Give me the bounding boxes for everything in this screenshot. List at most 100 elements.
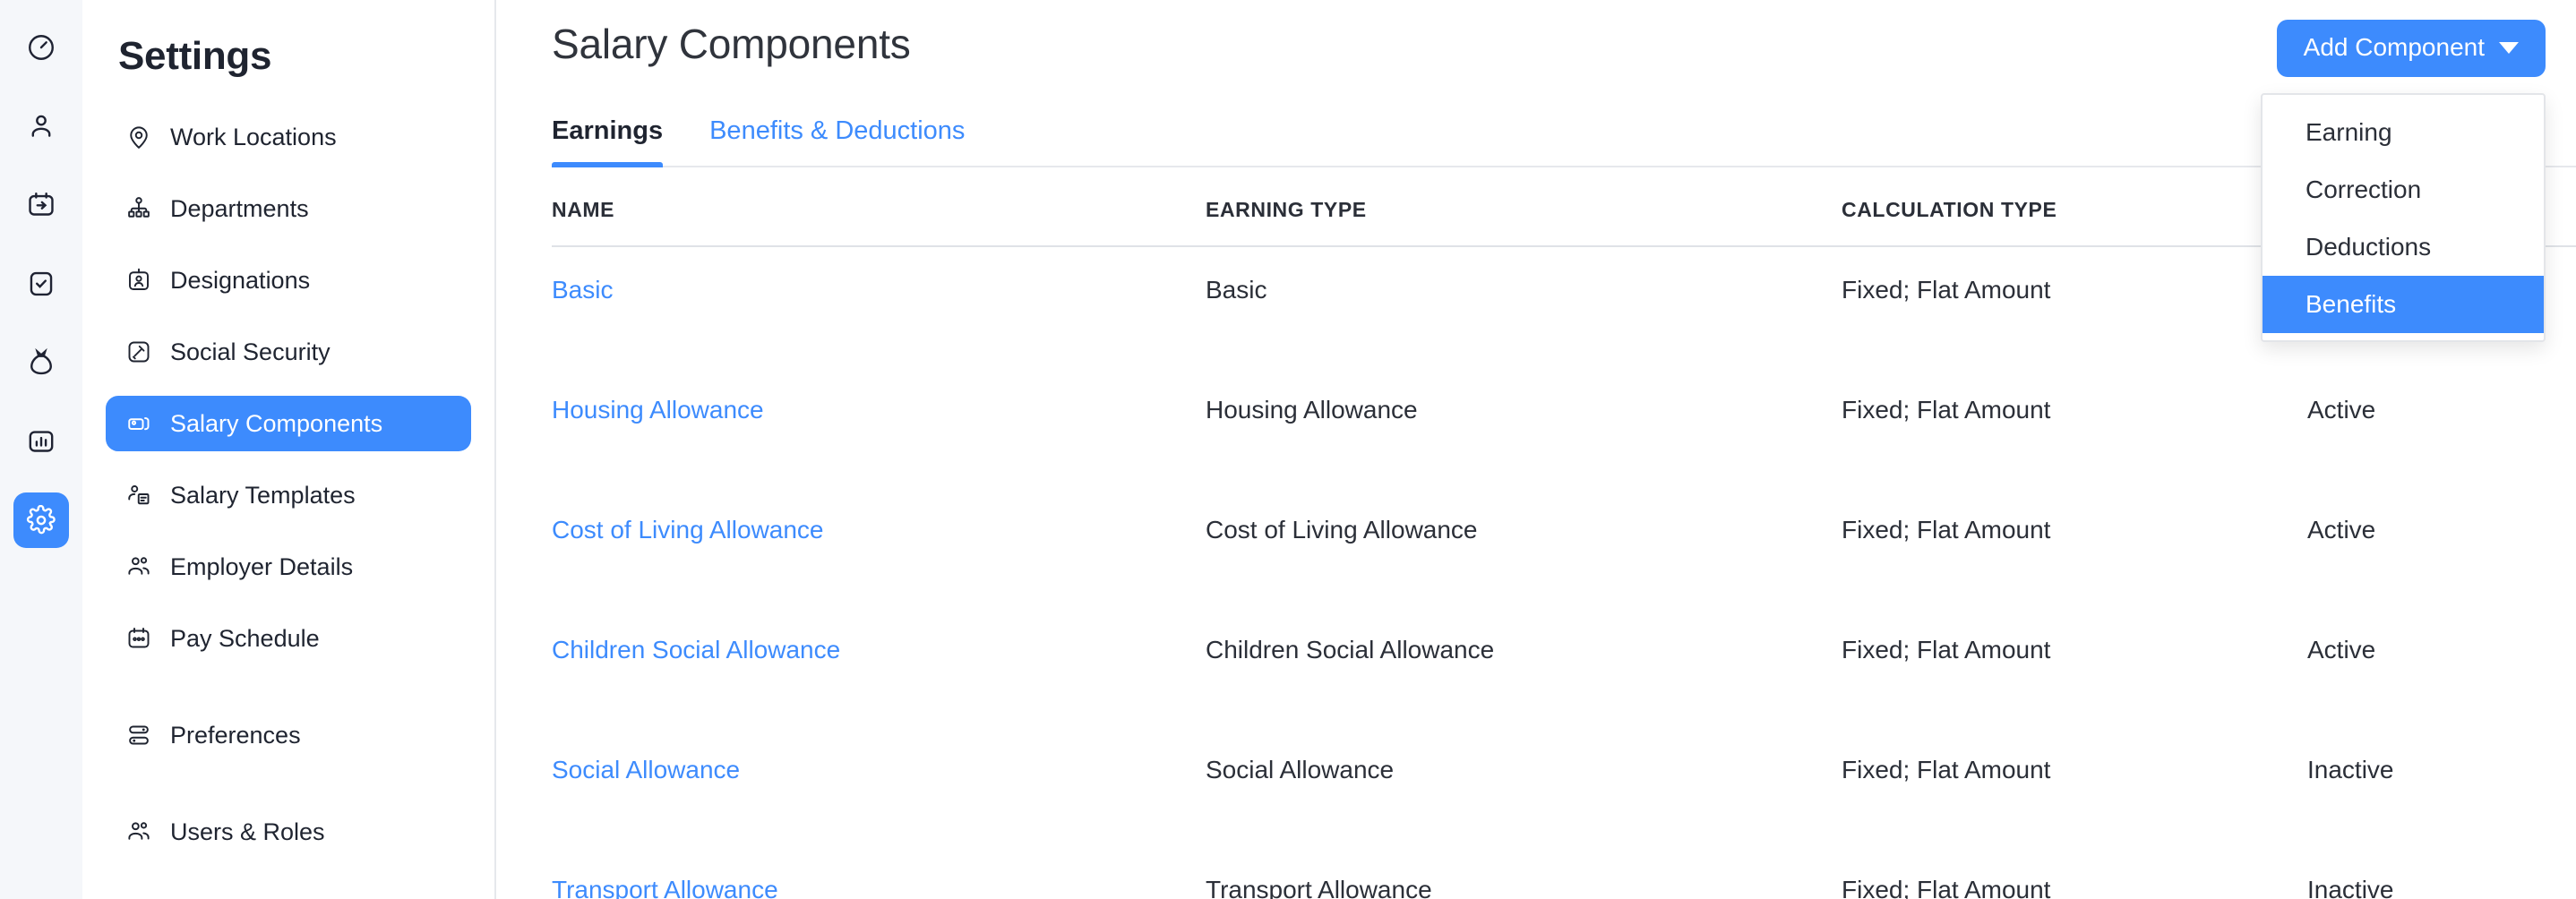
users-icon bbox=[125, 818, 152, 845]
column-header-calculation-type: CALCULATION TYPE bbox=[1842, 167, 2307, 246]
cell-name: Basic bbox=[552, 246, 1206, 367]
cell-name: Social Allowance bbox=[552, 727, 1206, 847]
sidebar-item-label: Salary Components bbox=[170, 410, 382, 438]
cell-calculation-type: Fixed; Flat Amount bbox=[1842, 847, 2307, 899]
clock-icon bbox=[26, 32, 56, 63]
cell-calculation-type: Fixed; Flat Amount bbox=[1842, 727, 2307, 847]
sidebar-item-employer-details[interactable]: Employer Details bbox=[106, 539, 471, 595]
cell-earning-type: Basic bbox=[1206, 246, 1842, 367]
primary-icon-rail bbox=[0, 0, 82, 899]
table-row: Housing AllowanceHousing AllowanceFixed;… bbox=[552, 367, 2576, 487]
component-name-link[interactable]: Transport Allowance bbox=[552, 876, 778, 899]
cell-actions bbox=[2540, 487, 2576, 607]
calendar-dots-icon bbox=[125, 625, 152, 652]
cell-calculation-type: Fixed; Flat Amount bbox=[1842, 367, 2307, 487]
cell-actions bbox=[2540, 727, 2576, 847]
chevron-down-icon bbox=[2499, 42, 2519, 54]
sidebar-item-salary-templates[interactable]: Salary Templates bbox=[106, 467, 471, 523]
dropdown-item-deductions[interactable]: Deductions bbox=[2263, 218, 2544, 276]
rail-item-people[interactable] bbox=[13, 98, 69, 154]
component-name-link[interactable]: Housing Allowance bbox=[552, 396, 764, 424]
sidebar-item-designations[interactable]: Designations bbox=[106, 253, 471, 308]
user-document-icon bbox=[125, 482, 152, 509]
checkbox-icon bbox=[26, 269, 56, 299]
table-row: Transport AllowanceTransport AllowanceFi… bbox=[552, 847, 2576, 899]
sidebar-item-users-roles[interactable]: Users & Roles bbox=[106, 804, 471, 860]
table-body: BasicBasicFixed; Flat AmountActiveHousin… bbox=[552, 246, 2576, 899]
tab-earnings[interactable]: Earnings bbox=[552, 116, 663, 166]
tab-benefits-deductions[interactable]: Benefits & Deductions bbox=[709, 116, 965, 166]
users-icon bbox=[125, 553, 152, 580]
add-component-label: Add Component bbox=[2304, 33, 2485, 62]
calendar-arrow-icon bbox=[26, 190, 56, 220]
dropdown-item-earning[interactable]: Earning bbox=[2263, 104, 2544, 161]
cell-name: Cost of Living Allowance bbox=[552, 487, 1206, 607]
cell-calculation-type: Fixed; Flat Amount bbox=[1842, 246, 2307, 367]
id-badge-icon bbox=[125, 267, 152, 294]
nav-group-gap bbox=[106, 682, 471, 707]
page-header: Salary Components Add Component bbox=[552, 0, 2576, 77]
status-badge: Active bbox=[2307, 607, 2540, 727]
table-row: Social AllowanceSocial AllowanceFixed; F… bbox=[552, 727, 2576, 847]
sidebar-item-label: Users & Roles bbox=[170, 818, 325, 846]
main-content: Salary Components Add Component Earnings… bbox=[496, 0, 2576, 899]
cell-earning-type: Social Allowance bbox=[1206, 727, 1842, 847]
org-chart-icon bbox=[125, 195, 152, 222]
rail-item-leave[interactable] bbox=[13, 177, 69, 233]
sidebar-item-salary-components[interactable]: Salary Components bbox=[106, 396, 471, 451]
cell-name: Transport Allowance bbox=[552, 847, 1206, 899]
status-badge: Active bbox=[2307, 367, 2540, 487]
rail-item-time[interactable] bbox=[13, 20, 69, 75]
cell-name: Housing Allowance bbox=[552, 367, 1206, 487]
column-header-name: NAME bbox=[552, 167, 1206, 246]
sidebar-item-label: Salary Templates bbox=[170, 482, 356, 509]
cell-earning-type: Housing Allowance bbox=[1206, 367, 1842, 487]
sidebar-item-label: Departments bbox=[170, 195, 309, 223]
user-icon bbox=[26, 111, 56, 141]
cell-actions bbox=[2540, 607, 2576, 727]
settings-title: Settings bbox=[82, 23, 494, 79]
column-header-actions bbox=[2540, 167, 2576, 246]
sidebar-item-social-security[interactable]: Social Security bbox=[106, 324, 471, 380]
gavel-icon bbox=[125, 338, 152, 365]
component-name-link[interactable]: Basic bbox=[552, 276, 613, 304]
sidebar-item-label: Preferences bbox=[170, 722, 301, 749]
table-row: Cost of Living Allowance Cost of Living A… bbox=[552, 487, 2576, 607]
cell-name: Children Social Allowance bbox=[552, 607, 1206, 727]
component-name-link[interactable]: Social Allowance bbox=[552, 756, 740, 783]
component-name-link[interactable]: Children Social Allowance bbox=[552, 636, 840, 664]
add-component-dropdown-menu[interactable]: EarningCorrectionDeductionsBenefits bbox=[2261, 93, 2546, 342]
cell-calculation-type: Fixed; Flat Amount bbox=[1842, 607, 2307, 727]
bar-chart-icon bbox=[26, 426, 56, 457]
sidebar-item-label: Employer Details bbox=[170, 553, 353, 581]
sidebar-item-label: Pay Schedule bbox=[170, 625, 320, 653]
cell-earning-type: Cost of Living Allowance bbox=[1206, 487, 1842, 607]
sidebar-item-departments[interactable]: Departments bbox=[106, 181, 471, 236]
sidebar-item-label: Work Locations bbox=[170, 124, 337, 151]
rail-item-payroll[interactable] bbox=[13, 335, 69, 390]
sidebar-item-preferences[interactable]: Preferences bbox=[106, 707, 471, 763]
dropdown-item-benefits[interactable]: Benefits bbox=[2263, 276, 2544, 333]
table-row: Children Social Allowance Children Social… bbox=[552, 607, 2576, 727]
cell-earning-type: Children Social Allowance bbox=[1206, 607, 1842, 727]
rail-item-reports[interactable] bbox=[13, 414, 69, 469]
rail-item-tasks[interactable] bbox=[13, 256, 69, 312]
sliders-icon bbox=[125, 722, 152, 749]
sidebar-item-label: Designations bbox=[170, 267, 310, 295]
cell-actions bbox=[2540, 246, 2576, 367]
sidebar-item-work-locations[interactable]: Work Locations bbox=[106, 109, 471, 165]
cell-actions bbox=[2540, 367, 2576, 487]
nav-group-gap bbox=[106, 779, 471, 804]
component-name-link[interactable]: Cost of Living Allowance bbox=[552, 516, 824, 544]
cell-actions bbox=[2540, 847, 2576, 899]
settings-nav-list: Work Locations Departments Designations Soc… bbox=[82, 109, 494, 860]
status-badge: Inactive bbox=[2307, 847, 2540, 899]
dropdown-item-correction[interactable]: Correction bbox=[2263, 161, 2544, 218]
add-component-button[interactable]: Add Component bbox=[2277, 20, 2546, 77]
sidebar-item-pay-schedule[interactable]: Pay Schedule bbox=[106, 611, 471, 666]
settings-sidebar: Settings Work Locations Departments Design… bbox=[82, 0, 496, 899]
money-bag-icon bbox=[26, 347, 56, 378]
rail-item-settings[interactable] bbox=[13, 492, 69, 548]
page-title: Salary Components bbox=[552, 20, 911, 68]
cards-stack-icon bbox=[125, 410, 152, 437]
